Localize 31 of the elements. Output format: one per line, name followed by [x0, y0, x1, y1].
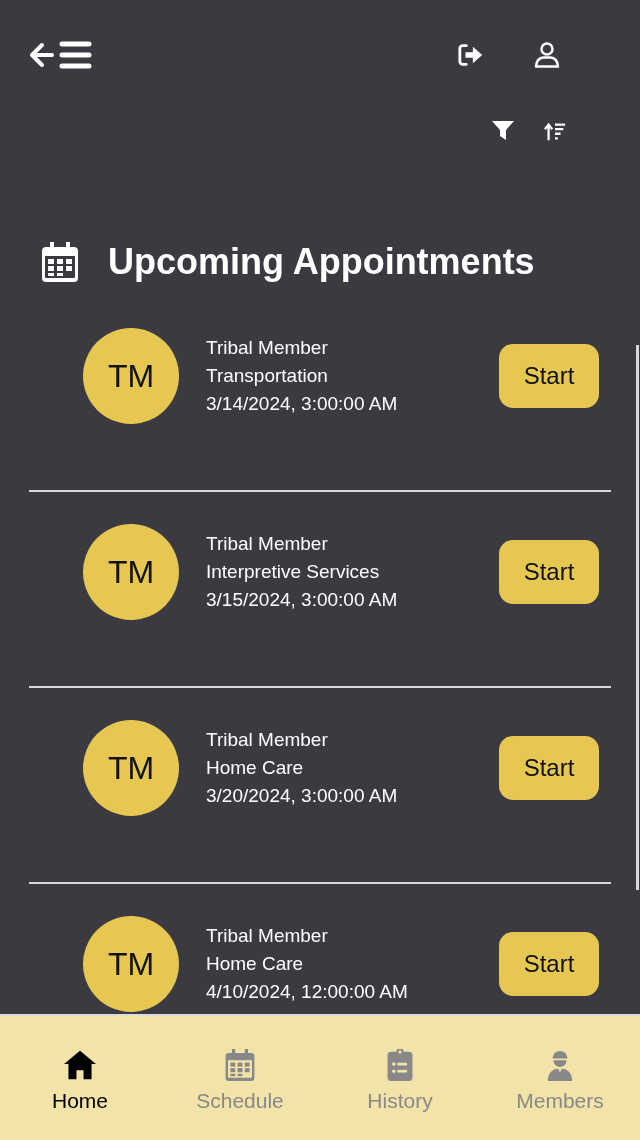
- member-name: Tribal Member: [206, 532, 329, 556]
- start-button[interactable]: Start: [499, 736, 599, 800]
- service-name: Home Care: [206, 952, 305, 976]
- avatar: TM: [83, 720, 179, 816]
- scrollbar[interactable]: [636, 345, 639, 890]
- logout-icon[interactable]: [458, 42, 484, 68]
- service-name: Home Care: [206, 756, 305, 780]
- service-name: Interpretive Services: [206, 560, 381, 584]
- appointment-datetime: 3/15/2024, 3:00:00 AM: [206, 588, 398, 612]
- user-icon[interactable]: [534, 42, 560, 68]
- start-button[interactable]: Start: [499, 344, 599, 408]
- section-title: Upcoming Appointments: [108, 242, 535, 282]
- avatar: TM: [83, 916, 179, 1012]
- calendar-icon: [224, 1049, 256, 1081]
- calendar-icon: [42, 242, 78, 282]
- member-name: Tribal Member: [206, 336, 329, 360]
- start-button[interactable]: Start: [499, 540, 599, 604]
- member-name: Tribal Member: [206, 728, 329, 752]
- appointment-datetime: 4/10/2024, 12:00:00 AM: [206, 980, 408, 1004]
- sort-icon[interactable]: [544, 120, 566, 142]
- appointment-datetime: 3/20/2024, 3:00:00 AM: [206, 784, 398, 808]
- nav-tab[interactable]: Home: [0, 1016, 160, 1140]
- avatar: TM: [83, 328, 179, 424]
- service-name: Transportation: [206, 364, 329, 388]
- home-icon: [64, 1049, 96, 1081]
- filter-icon[interactable]: [492, 120, 514, 142]
- member-name: Tribal Member: [206, 924, 329, 948]
- appointment-datetime: 3/14/2024, 3:00:00 AM: [206, 392, 398, 416]
- back-menu-icon[interactable]: [28, 41, 92, 69]
- avatar: TM: [83, 524, 179, 620]
- start-button[interactable]: Start: [499, 932, 599, 996]
